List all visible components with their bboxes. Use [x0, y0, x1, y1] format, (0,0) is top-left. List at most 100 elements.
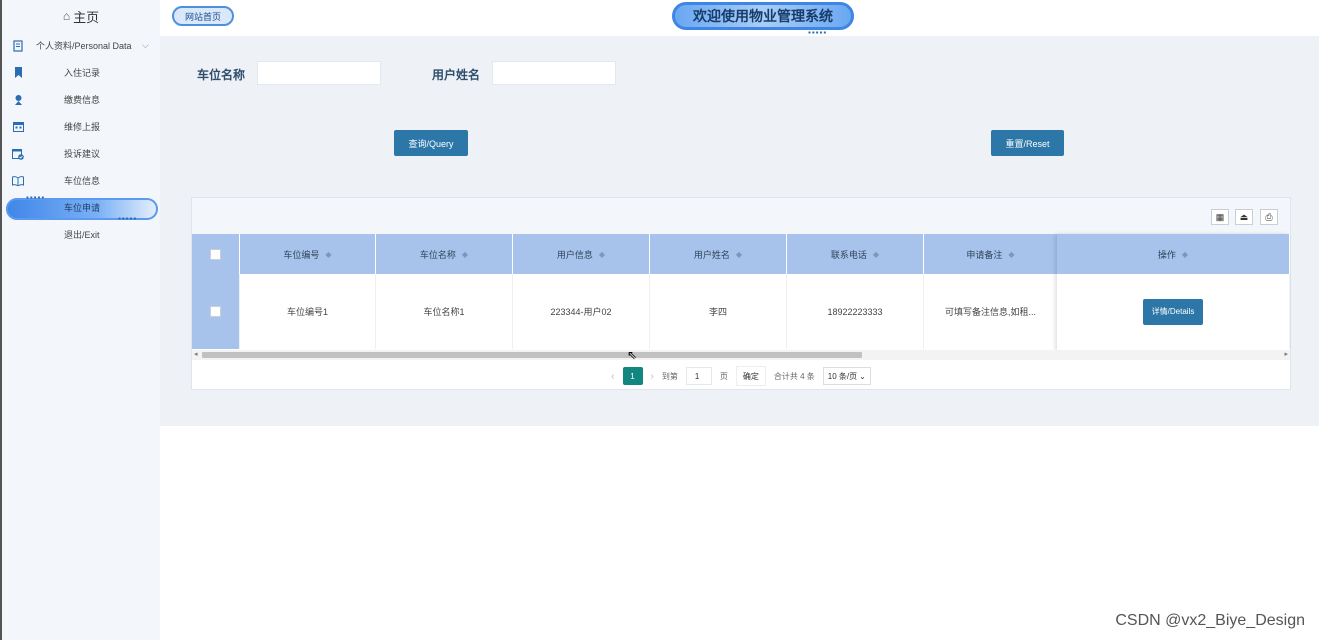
scroll-left-icon[interactable]: ◂: [194, 350, 198, 358]
sidebar-item-repair-report[interactable]: 维修上报: [2, 113, 160, 140]
table-cell: 车位编号1: [240, 274, 376, 349]
page-title-text: 欢迎使用物业管理系统: [693, 8, 833, 24]
columns-toggle-button[interactable]: ▦: [1211, 209, 1229, 225]
sort-icon: ◆: [735, 249, 743, 259]
column-header[interactable]: 车位编号 ◆: [240, 234, 376, 274]
scrollbar-thumb[interactable]: [202, 352, 862, 358]
sidebar-exit-label: 退出/Exit: [64, 230, 100, 240]
parking-name-input[interactable]: [257, 61, 381, 85]
prev-page-icon[interactable]: ‹: [611, 371, 614, 382]
next-page-icon[interactable]: ›: [651, 371, 654, 382]
column-header-label: 车位编号: [283, 249, 320, 260]
sidebar-home-label: 主页: [73, 9, 100, 25]
table-cell: 车位名称1: [376, 274, 513, 349]
sidebar-home[interactable]: ⌂ 主页: [2, 0, 160, 32]
sort-icon: ◆: [325, 249, 332, 259]
calendar-icon: [12, 121, 24, 133]
horizontal-scrollbar[interactable]: ◂ ▸: [192, 350, 1290, 360]
grid-icon: ▦: [1215, 211, 1225, 222]
table-cell: 李四: [650, 274, 787, 349]
watermark: CSDN @vx2_Biye_Design: [1115, 612, 1305, 629]
table-cell: 可填写备注信息,如租...: [924, 274, 1058, 349]
book-icon: [12, 175, 24, 187]
column-header[interactable]: 联系电话 ◆: [787, 234, 924, 274]
sort-icon: ◆: [461, 249, 469, 259]
sidebar-item-checkin-records[interactable]: 入住记录: [2, 59, 160, 86]
scroll-right-icon[interactable]: ▸: [1284, 350, 1288, 358]
site-home-label: 网站首页: [184, 11, 221, 22]
sidebar-item-label: 维修上报: [64, 122, 101, 132]
operations-column: 操作 ◆ 详情/Details: [1057, 234, 1290, 351]
person-icon: [12, 94, 24, 106]
column-header-label: 操作: [1157, 249, 1176, 260]
user-name-input[interactable]: [492, 61, 616, 85]
sidebar-item-parking-application[interactable]: ▪▪▪▪▪ 车位申请 ▪▪▪▪▪: [2, 193, 160, 223]
sort-icon: ◆: [598, 249, 606, 259]
column-header[interactable]: 车位名称 ◆: [376, 234, 513, 274]
total-count: 合计共 4 条: [773, 371, 815, 381]
table-header: 车位编号 ◆ 车位名称 ◆ 用户信息 ◆ 用户姓名 ◆ 联系电话 ◆ 申请备注 ◆: [192, 234, 1058, 274]
row-select-cell: [192, 274, 240, 349]
sidebar-group-personal-data[interactable]: 个人资料/Personal Data ⌵: [2, 32, 160, 59]
sidebar-item-label: 缴费信息: [64, 95, 101, 105]
main-content: 车位名称 用户姓名 查询/Query 重置/Reset ▦ ⏏ ⎙ 车位编号 ◆ …: [160, 36, 1319, 426]
table-row: 车位编号1 车位名称1 223344-用户02 李四 18922223333 可…: [192, 274, 1058, 349]
goto-confirm-button[interactable]: 确定: [735, 366, 766, 386]
home-icon: ⌂: [62, 9, 71, 23]
search-label-parking-name: 车位名称: [197, 68, 246, 82]
details-button[interactable]: 详情/Details: [1143, 298, 1203, 325]
select-all-cell: [192, 234, 240, 274]
sidebar-item-label: 车位信息: [64, 176, 101, 186]
sidebar-item-label: 投诉建议: [64, 149, 101, 159]
reset-button[interactable]: 重置/Reset: [991, 130, 1064, 156]
sort-icon: ◆: [1181, 249, 1189, 259]
column-header[interactable]: 用户姓名 ◆: [650, 234, 787, 274]
bookmark-icon: [12, 67, 24, 79]
column-header[interactable]: 用户信息 ◆: [513, 234, 650, 274]
sidebar: ⌂ 主页 个人资料/Personal Data ⌵ 入住记录 缴费信息 维修上报…: [0, 0, 160, 640]
sidebar-item-complaints[interactable]: 投诉建议: [2, 140, 160, 167]
sort-icon: ◆: [872, 249, 880, 259]
document-icon: [12, 39, 24, 52]
sidebar-item-parking-info[interactable]: 车位信息: [2, 167, 160, 194]
table-cell: 223344-用户02: [513, 274, 650, 349]
sidebar-item-exit[interactable]: 退出/Exit: [2, 221, 160, 248]
operations-cell: 详情/Details: [1057, 274, 1290, 349]
select-all-checkbox[interactable]: [210, 248, 221, 260]
site-home-link[interactable]: 网站首页: [172, 6, 234, 26]
sort-icon: ◆: [1008, 249, 1015, 259]
page-title: 欢迎使用物业管理系统: [672, 2, 854, 30]
export-icon: ⏏: [1239, 211, 1249, 222]
row-checkbox[interactable]: [210, 306, 221, 317]
column-header-label: 车位名称: [419, 249, 456, 260]
print-button[interactable]: ⎙: [1260, 209, 1278, 225]
query-button[interactable]: 查询/Query: [394, 130, 468, 156]
print-icon: ⎙: [1265, 211, 1273, 222]
table-cell: 18922223333: [787, 274, 924, 349]
page-size-value: 10 条/页: [827, 371, 858, 381]
pagination: ‹ 1 › 到第 1 页 确定 合计共 4 条 10 条/页 ⌄: [192, 365, 1290, 387]
sidebar-item-payment-info[interactable]: 缴费信息: [2, 86, 160, 113]
page-number-current[interactable]: 1: [622, 367, 643, 385]
column-header-label: 联系电话: [830, 249, 867, 260]
column-header-label: 用户姓名: [693, 249, 730, 260]
page-suffix: 页: [719, 371, 728, 381]
table-toolbar: ▦ ⏏ ⎙: [192, 198, 1290, 234]
table-panel: ▦ ⏏ ⎙ 车位编号 ◆ 车位名称 ◆ 用户信息 ◆ 用户姓名 ◆ 联系电话 ◆…: [191, 197, 1291, 390]
goto-page-input[interactable]: 1: [685, 367, 712, 385]
page-size-select[interactable]: 10 条/页 ⌄: [822, 367, 871, 385]
calendar-check-icon: [12, 148, 24, 160]
chevron-down-icon: ⌄: [859, 371, 866, 381]
sidebar-group-label: 个人资料/Personal Data: [36, 41, 132, 51]
search-label-user-name: 用户姓名: [432, 68, 481, 82]
sidebar-item-label: 入住记录: [64, 68, 101, 78]
chevron-down-icon: ⌵: [142, 40, 149, 50]
mouse-cursor-icon: ⇖: [627, 348, 638, 362]
column-header-operations: 操作 ◆: [1057, 234, 1290, 274]
column-header[interactable]: 申请备注 ◆: [924, 234, 1058, 274]
column-header-label: 申请备注: [966, 249, 1003, 260]
export-button[interactable]: ⏏: [1235, 209, 1253, 225]
goto-label: 到第: [661, 371, 678, 381]
decoration-dots: ▪▪▪▪▪: [26, 193, 46, 202]
sidebar-item-label: 车位申请: [64, 203, 101, 213]
